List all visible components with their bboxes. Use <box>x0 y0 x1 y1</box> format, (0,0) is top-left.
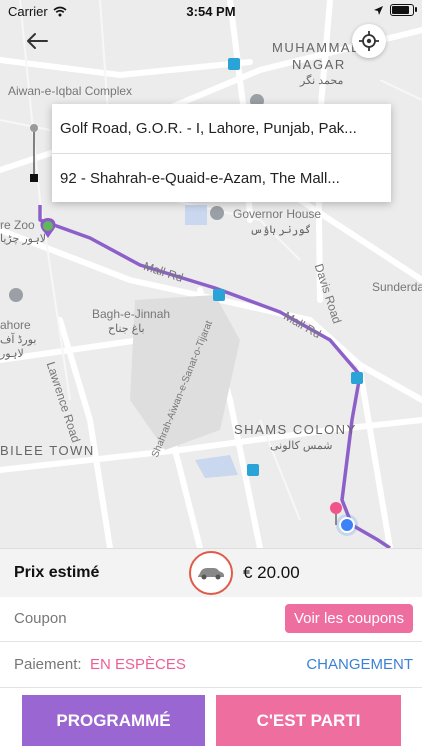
pickup-address[interactable]: Golf Road, G.O.R. - I, Lahore, Punjab, P… <box>52 104 391 153</box>
schedule-button[interactable]: PROGRAMMÉ <box>22 695 205 746</box>
view-coupons-button[interactable]: Voir les coupons <box>285 604 413 633</box>
route-indicator <box>30 124 38 182</box>
map-label-shams-colony-urdu: شمس کالونی <box>270 440 333 452</box>
map-label-governor-house-urdu: گورنر ہاؤس <box>250 224 312 236</box>
ride-now-button[interactable]: C'EST PARTI <box>216 695 401 746</box>
map-label-zoo: re Zoo <box>0 218 35 232</box>
dropoff-address[interactable]: 92 - Shahrah-e-Quaid-e-Azam, The Mall... <box>52 153 391 203</box>
map-view[interactable]: MUHAMMAD NAGAR محمد نگر Aiwan-e-Iqbal Co… <box>0 0 422 548</box>
payment-label: Paiement: <box>14 656 82 673</box>
change-payment-button[interactable]: CHANGEMENT <box>306 656 413 673</box>
car-icon <box>198 568 224 580</box>
map-canvas <box>0 0 422 548</box>
map-label-zoo-urdu: لاہور چڑیا <box>0 233 47 245</box>
payment-method: EN ESPÈCES <box>90 656 186 673</box>
battery-icon <box>390 4 417 16</box>
map-label-lahore-urdu-2: لاہور <box>0 348 24 360</box>
back-button[interactable] <box>22 26 52 56</box>
status-bar: Carrier 3:54 PM <box>0 0 422 22</box>
map-label-jubilee-town: BILEE TOWN <box>0 443 95 458</box>
payment-row: Paiement: EN ESPÈCES CHANGEMENT <box>0 642 422 686</box>
price-bar: Prix estimé € 20.00 <box>0 548 422 597</box>
map-label-sunderdas: Sunderdas <box>372 280 422 294</box>
coupon-row: Coupon Voir les coupons <box>0 597 422 642</box>
map-label-bagh-e-jinnah: Bagh-e-Jinnah <box>92 307 171 321</box>
locate-me-button[interactable] <box>352 24 386 58</box>
map-label-lahore-urdu: بورڈ آف <box>0 334 37 346</box>
map-label-bagh-e-jinnah-urdu: باغ جناح <box>108 323 145 335</box>
map-label-aiwan: Aiwan-e-Iqbal Complex <box>8 84 133 98</box>
coupon-label: Coupon <box>14 610 67 627</box>
map-label-governor-house: Governor House <box>233 207 322 221</box>
vehicle-selector[interactable] <box>189 551 233 595</box>
map-label-nagar: NAGAR <box>292 57 346 72</box>
arrow-left-icon <box>27 33 48 49</box>
status-time: 3:54 PM <box>186 4 236 19</box>
location-arrow-icon <box>374 5 383 15</box>
map-label-shams-colony: SHAMS COLONY <box>234 422 357 437</box>
estimated-price-value: € 20.00 <box>243 563 300 582</box>
estimated-price-label: Prix estimé <box>14 564 100 581</box>
crosshair-icon <box>359 31 379 51</box>
map-label-muhammad-urdu: محمد نگر <box>300 75 344 87</box>
action-buttons: PROGRAMMÉ C'EST PARTI <box>0 687 422 751</box>
map-label-muhammad: MUHAMMAD <box>272 40 362 55</box>
address-card: Golf Road, G.O.R. - I, Lahore, Punjab, P… <box>52 104 391 202</box>
map-label-lahore: ahore <box>0 318 31 332</box>
